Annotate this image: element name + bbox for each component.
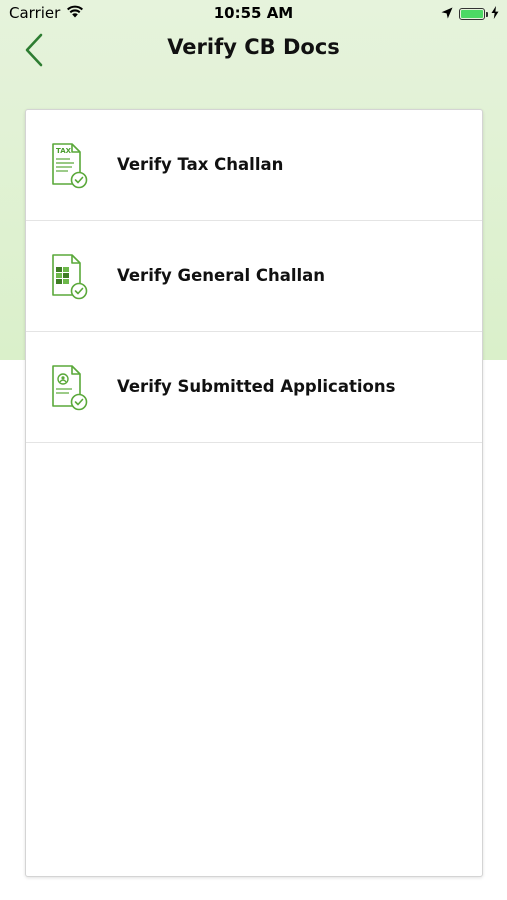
status-right [441,5,499,23]
menu-item-label: Verify General Challan [117,266,326,285]
menu-item-verify-general-challan[interactable]: Verify General Challan [26,221,482,332]
menu-item-label: Verify Submitted Applications [117,377,396,396]
verify-cb-docs-screen: Carrier 10:55 AM Verify CB Docs TAX Veri… [0,0,507,900]
menu-card: TAX Verify Tax Challan Verify General Ch… [25,109,483,877]
menu-item-verify-tax-challan[interactable]: TAX Verify Tax Challan [26,110,482,221]
status-time: 10:55 AM [213,4,294,22]
battery-cap [486,12,488,17]
page-title: Verify CB Docs [167,35,340,59]
navigation-bar: Verify CB Docs [0,28,507,72]
menu-item-label: Verify Tax Challan [117,155,284,174]
battery-icon [459,8,488,20]
status-bar: Carrier 10:55 AM [0,0,507,28]
battery-fill [461,10,483,18]
application-document-check-icon [52,365,88,411]
general-document-check-icon [52,254,88,300]
bolt-icon [491,5,499,23]
menu-item-verify-submitted-applications[interactable]: Verify Submitted Applications [26,332,482,443]
tax-document-check-icon: TAX [52,143,88,189]
tax-icon-text: TAX [56,147,72,155]
location-arrow-icon [441,5,453,23]
